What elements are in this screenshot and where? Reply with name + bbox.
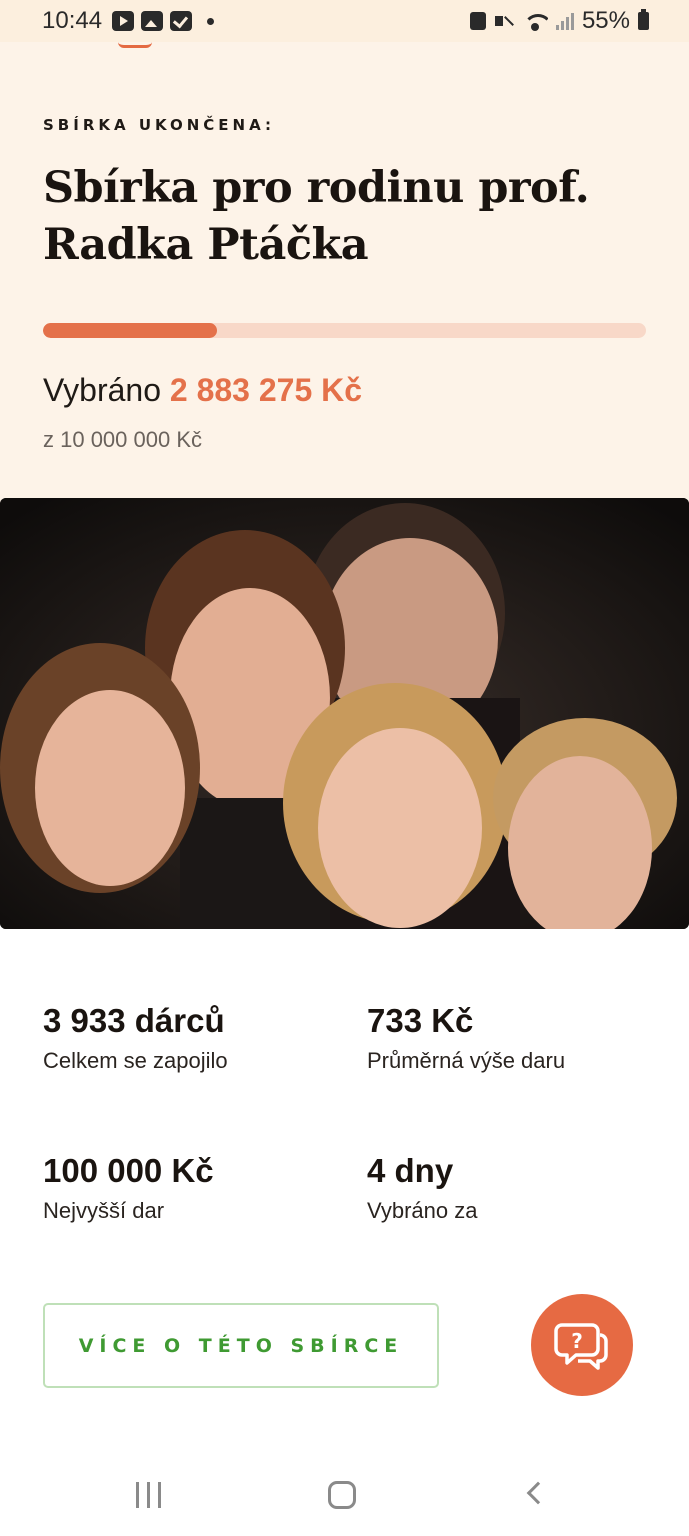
stat-average-donation: 733 Kč Průměrná výše daru	[367, 1002, 565, 1074]
home-icon[interactable]	[328, 1481, 356, 1509]
stat-value: 3 933 dárců	[43, 1002, 225, 1039]
stat-label: Celkem se zapojilo	[43, 1048, 228, 1073]
campaign-status-label: SBÍRKA UKONČENA:	[43, 116, 275, 134]
signal-icon	[555, 12, 574, 30]
recent-apps-icon[interactable]	[136, 1482, 161, 1508]
family-photo	[0, 498, 689, 929]
mute-icon	[494, 12, 514, 30]
sim-icon	[469, 12, 486, 30]
stat-value: 100 000 Kč	[43, 1152, 214, 1189]
campaign-title: Sbírka pro rodinu prof. Radka Ptáčka	[43, 163, 590, 270]
progress-bar	[43, 323, 646, 338]
youtube-icon	[112, 11, 134, 31]
svg-text:?: ?	[571, 1329, 583, 1353]
logo-icon	[118, 42, 152, 48]
stat-label: Vybráno za	[367, 1198, 478, 1223]
battery-percent: 55%	[581, 7, 630, 34]
tasks-icon	[170, 11, 192, 31]
wifi-icon	[522, 11, 548, 31]
raised-amount: 2 883 275 Kč	[169, 372, 363, 408]
stat-value: 733 Kč	[367, 1002, 474, 1039]
system-icons: 55%	[469, 7, 649, 35]
back-icon[interactable]	[526, 1481, 550, 1505]
more-about-campaign-button[interactable]: VÍCE O TÉTO SBÍRCE	[43, 1303, 439, 1388]
stat-donors: 3 933 dárců Celkem se zapojilo	[43, 1002, 228, 1074]
goal-amount: z 10 000 000 Kč	[43, 427, 203, 452]
help-chat-icon: ?	[554, 1323, 608, 1370]
stat-label: Průměrná výše daru	[367, 1048, 566, 1073]
raised-total: Vybráno 2 883 275 Kč	[43, 372, 362, 409]
help-button[interactable]: ?	[531, 1294, 633, 1396]
system-nav-bar	[0, 1440, 689, 1536]
stat-label: Nejvyšší dar	[43, 1198, 165, 1223]
gallery-icon	[141, 11, 163, 31]
battery-icon	[638, 9, 649, 30]
dot-icon	[207, 17, 214, 25]
raised-prefix: Vybráno	[43, 372, 161, 408]
status-bar: 10:44 55%	[0, 0, 689, 42]
stat-duration: 4 dny Vybráno za	[367, 1152, 477, 1224]
stat-highest-donation: 100 000 Kč Nejvyšší dar	[43, 1152, 214, 1224]
progress-fill	[43, 323, 217, 338]
notification-icons	[112, 11, 214, 31]
stat-value: 4 dny	[367, 1152, 454, 1189]
family-photo-illustration	[0, 498, 689, 929]
status-time: 10:44	[42, 7, 103, 34]
